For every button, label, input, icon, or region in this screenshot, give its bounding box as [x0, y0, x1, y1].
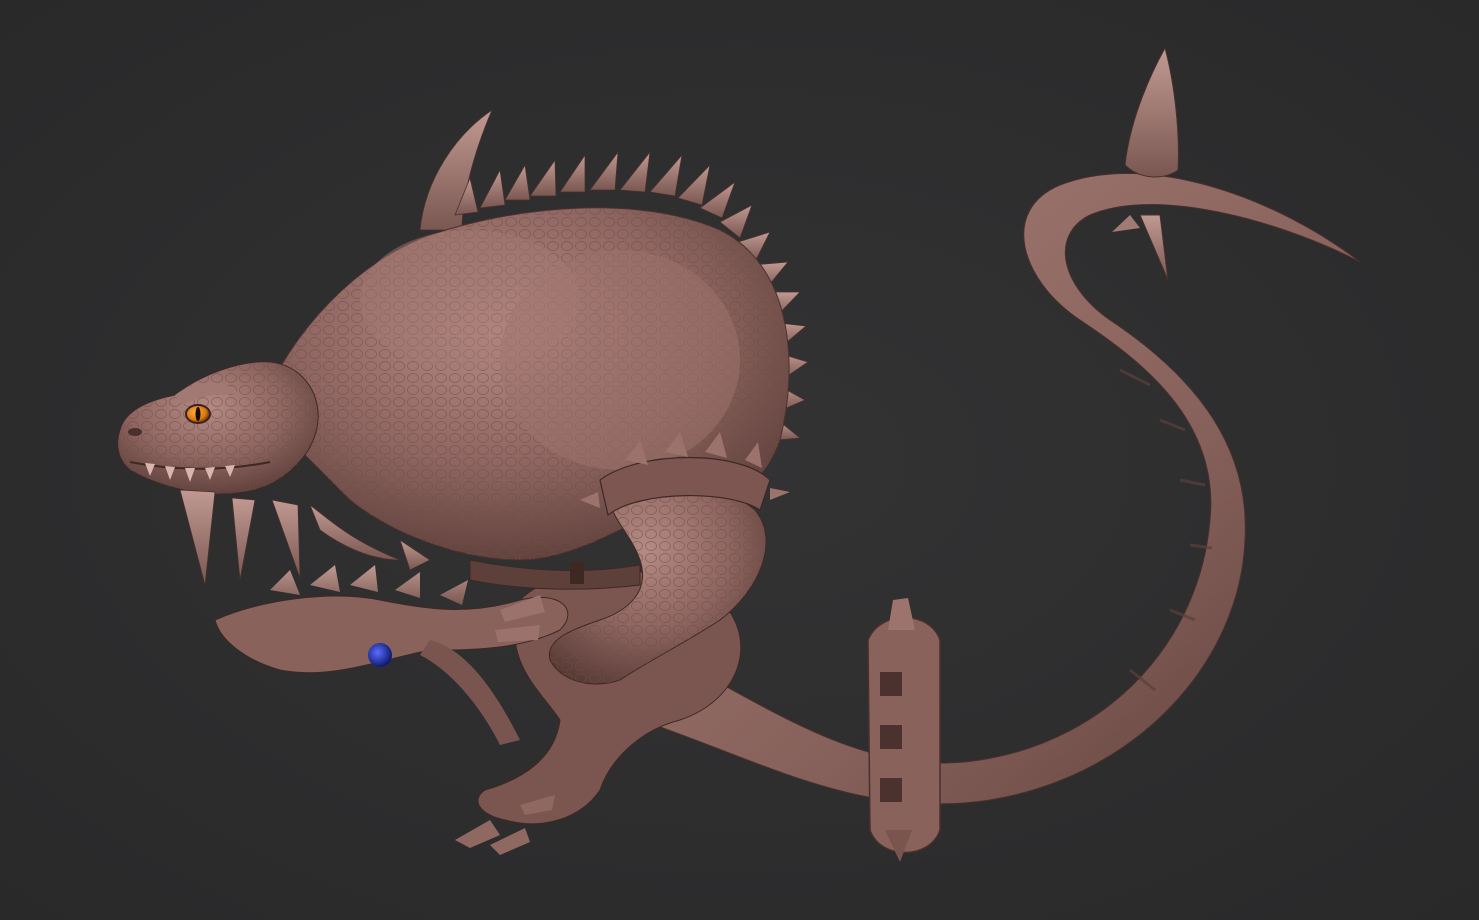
- bone-weapon: [214, 565, 569, 745]
- belly-belt: [469, 559, 641, 590]
- blue-gem: [368, 643, 392, 667]
- creature-head: [117, 361, 319, 495]
- tail-spike-top: [1112, 46, 1179, 281]
- sculpt-render: [117, 46, 1361, 862]
- tail-spiked-cuff: [867, 598, 941, 862]
- render-viewport: [0, 0, 1479, 920]
